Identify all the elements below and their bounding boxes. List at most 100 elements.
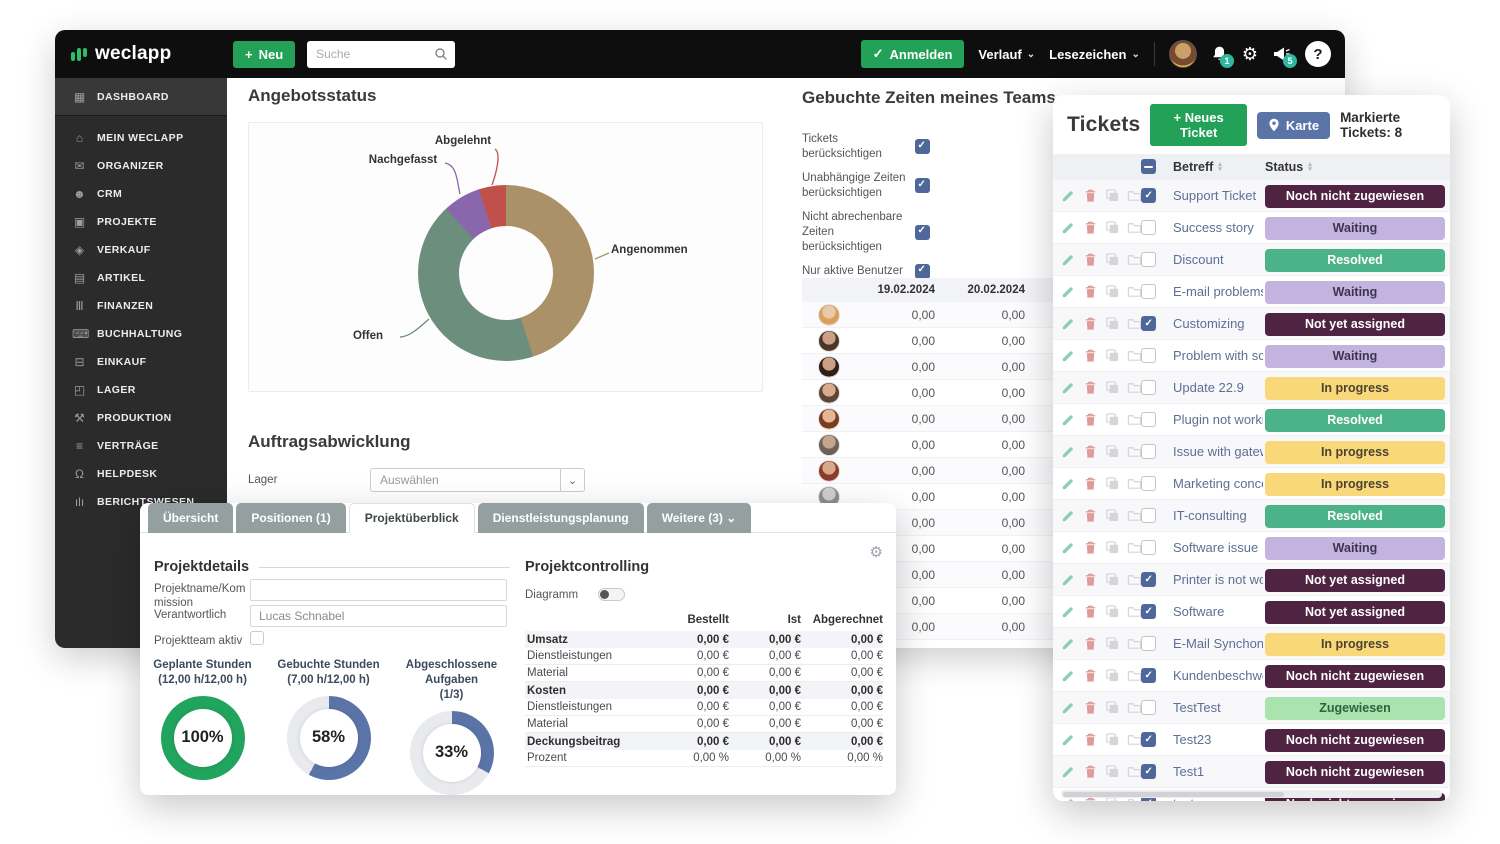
ticket-checkbox[interactable] — [1141, 700, 1156, 715]
edit-ticket-icon[interactable] — [1061, 252, 1077, 268]
copy-ticket-icon[interactable] — [1105, 572, 1121, 588]
copy-ticket-icon[interactable] — [1105, 316, 1121, 332]
ticket-checkbox[interactable] — [1141, 284, 1156, 299]
karte-button[interactable]: Karte — [1257, 112, 1330, 139]
ticket-checkbox[interactable] — [1141, 604, 1156, 619]
sidebar-item-crm[interactable]: ☻ CRM — [55, 180, 227, 208]
edit-ticket-icon[interactable] — [1061, 668, 1077, 684]
copy-ticket-icon[interactable] — [1105, 412, 1121, 428]
copy-ticket-icon[interactable] — [1105, 508, 1121, 524]
edit-ticket-icon[interactable] — [1061, 444, 1077, 460]
edit-ticket-icon[interactable] — [1061, 700, 1077, 716]
horizontal-scrollbar[interactable] — [1061, 790, 1442, 798]
edit-ticket-icon[interactable] — [1061, 412, 1077, 428]
delete-ticket-icon[interactable] — [1083, 220, 1099, 236]
announcements-button[interactable]: 5 — [1272, 45, 1291, 63]
ticket-subject[interactable]: Test1 — [1173, 764, 1263, 779]
search-input[interactable] — [307, 41, 455, 68]
copy-ticket-icon[interactable] — [1105, 604, 1121, 620]
copy-ticket-icon[interactable] — [1105, 668, 1121, 684]
sidebar-item-artikel[interactable]: ▤ ARTIKEL — [55, 264, 227, 292]
ticket-checkbox[interactable] — [1141, 732, 1156, 747]
delete-ticket-icon[interactable] — [1083, 572, 1099, 588]
ticket-checkbox[interactable] — [1141, 188, 1156, 203]
sidebar-item-projekte[interactable]: ▣ PROJEKTE — [55, 208, 227, 236]
ticket-subject[interactable]: Update 22.9 — [1173, 380, 1263, 395]
tab-positionen[interactable]: Positionen (1) — [236, 503, 345, 533]
copy-ticket-icon[interactable] — [1105, 252, 1121, 268]
ticket-checkbox[interactable] — [1141, 316, 1156, 331]
sidebar-item-organizer[interactable]: ✉ ORGANIZER — [55, 152, 227, 180]
ticket-checkbox[interactable] — [1141, 508, 1156, 523]
edit-ticket-icon[interactable] — [1061, 540, 1077, 556]
ticket-subject[interactable]: Customizing — [1173, 316, 1263, 331]
edit-ticket-icon[interactable] — [1061, 220, 1077, 236]
delete-ticket-icon[interactable] — [1083, 636, 1099, 652]
copy-ticket-icon[interactable] — [1105, 284, 1121, 300]
copy-ticket-icon[interactable] — [1105, 348, 1121, 364]
sidebar-item-dashboard[interactable]: ▦ DASHBOARD — [55, 78, 227, 116]
sidebar-item-finanzen[interactable]: Ⅲ FINANZEN — [55, 292, 227, 320]
panel-gear-icon[interactable]: ⚙ — [870, 543, 883, 561]
verantwortlich-input[interactable] — [250, 605, 507, 627]
edit-ticket-icon[interactable] — [1061, 316, 1077, 332]
sidebar-item-produktion[interactable]: ⚒ PRODUKTION — [55, 404, 227, 432]
scrollbar-thumb[interactable] — [1063, 792, 1284, 797]
edit-ticket-icon[interactable] — [1061, 348, 1077, 364]
ticket-checkbox[interactable] — [1141, 636, 1156, 651]
ticket-subject[interactable]: Printer is not wo — [1173, 572, 1263, 587]
edit-ticket-icon[interactable] — [1061, 604, 1077, 620]
ticket-subject[interactable]: Plugin not worki — [1173, 412, 1263, 427]
ticket-checkbox[interactable] — [1141, 476, 1156, 491]
copy-ticket-icon[interactable] — [1105, 700, 1121, 716]
ticket-subject[interactable]: Software issue — [1173, 540, 1263, 555]
help-button[interactable]: ? — [1305, 41, 1331, 67]
select-all-checkbox[interactable] — [1141, 159, 1156, 174]
anmelden-button[interactable]: ✓ Anmelden — [861, 40, 965, 68]
delete-ticket-icon[interactable] — [1083, 412, 1099, 428]
edit-ticket-icon[interactable] — [1061, 764, 1077, 780]
copy-ticket-icon[interactable] — [1105, 540, 1121, 556]
tab-uebersicht[interactable]: Übersicht — [148, 503, 233, 533]
sidebar-item-verkauf[interactable]: ◈ VERKAUF — [55, 236, 227, 264]
delete-ticket-icon[interactable] — [1083, 668, 1099, 684]
ticket-checkbox[interactable] — [1141, 764, 1156, 779]
delete-ticket-icon[interactable] — [1083, 604, 1099, 620]
ticket-checkbox[interactable] — [1141, 348, 1156, 363]
copy-ticket-icon[interactable] — [1105, 732, 1121, 748]
delete-ticket-icon[interactable] — [1083, 252, 1099, 268]
edit-ticket-icon[interactable] — [1061, 572, 1077, 588]
neu-button[interactable]: + Neu — [233, 41, 295, 68]
filter-checkbox[interactable] — [915, 178, 930, 193]
tab-projektueberblick[interactable]: Projektüberblick — [349, 503, 475, 533]
delete-ticket-icon[interactable] — [1083, 444, 1099, 460]
sidebar-item-mein-weclapp[interactable]: ⌂ MEIN WECLAPP — [55, 124, 227, 152]
ticket-subject[interactable]: Support Ticket — [1173, 188, 1263, 203]
lesezeichen-menu[interactable]: Lesezeichen⌄ — [1049, 47, 1140, 62]
ticket-subject[interactable]: Problem with sca — [1173, 348, 1263, 363]
user-avatar[interactable] — [1169, 40, 1197, 68]
ticket-checkbox[interactable] — [1141, 668, 1156, 683]
notifications-button[interactable]: 1 — [1211, 45, 1228, 63]
ticket-subject[interactable]: Kundenbeschwe — [1173, 668, 1263, 683]
ticket-checkbox[interactable] — [1141, 444, 1156, 459]
copy-ticket-icon[interactable] — [1105, 380, 1121, 396]
ticket-subject[interactable]: TestTest — [1173, 700, 1263, 715]
filter-checkbox[interactable] — [915, 139, 930, 154]
angebotsstatus-donut[interactable] — [418, 185, 594, 361]
edit-ticket-icon[interactable] — [1061, 636, 1077, 652]
ticket-checkbox[interactable] — [1141, 412, 1156, 427]
ticket-checkbox[interactable] — [1141, 220, 1156, 235]
edit-ticket-icon[interactable] — [1061, 284, 1077, 300]
neues-ticket-button[interactable]: + Neues Ticket — [1150, 104, 1246, 146]
column-status[interactable]: Status▴▾ — [1265, 160, 1312, 174]
lager-select[interactable]: Auswählen ⌄ — [370, 468, 585, 492]
delete-ticket-icon[interactable] — [1083, 508, 1099, 524]
delete-ticket-icon[interactable] — [1083, 188, 1099, 204]
delete-ticket-icon[interactable] — [1083, 540, 1099, 556]
ticket-checkbox[interactable] — [1141, 252, 1156, 267]
copy-ticket-icon[interactable] — [1105, 764, 1121, 780]
delete-ticket-icon[interactable] — [1083, 764, 1099, 780]
copy-ticket-icon[interactable] — [1105, 444, 1121, 460]
ticket-subject[interactable]: Marketing conce — [1173, 476, 1263, 491]
